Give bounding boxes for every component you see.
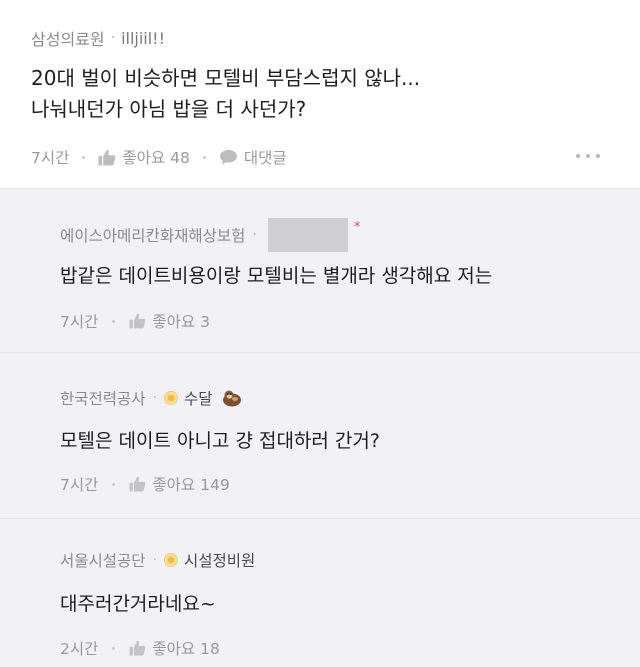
otter-emoji-icon bbox=[221, 389, 243, 407]
comment-meta-row: 7시간 좋아요 149 bbox=[60, 472, 230, 496]
comment-company[interactable]: 한국전력공사 bbox=[60, 387, 146, 409]
comment-item: 에이스아메리칸화재해상보험 · * 밥같은 데이트비용이랑 모텔비는 별개라 생… bbox=[0, 188, 640, 352]
separator-dot bbox=[112, 646, 116, 650]
thumbs-up-icon bbox=[98, 149, 116, 166]
speech-bubble-icon bbox=[219, 149, 238, 166]
post-time: 7시간 bbox=[31, 149, 70, 167]
like-button[interactable]: 좋아요 3 bbox=[129, 310, 210, 332]
post-company[interactable]: 삼성의료원 bbox=[31, 26, 105, 50]
like-count: 좋아요 3 bbox=[152, 313, 210, 331]
comment-author-line: 한국전력공사 · 수달 bbox=[60, 385, 243, 411]
like-count: 좋아요 18 bbox=[152, 640, 220, 658]
more-options-button[interactable] bbox=[576, 150, 600, 162]
post-body-line: 나눠내던가 아님 밥을 더 사던가? bbox=[31, 97, 307, 121]
comment-item: 서울시설공단 · 시설정비원 대주러간거라네요~ 2시간 좋아요 18 bbox=[0, 518, 640, 667]
reply-label: 대댓글 bbox=[243, 149, 287, 167]
separator-dot: · bbox=[110, 30, 116, 46]
comment-company[interactable]: 에이스아메리칸화재해상보험 bbox=[60, 224, 245, 246]
post-meta-row: 7시간 좋아요 48 대댓글 bbox=[31, 144, 287, 170]
separator-dot: · bbox=[152, 390, 158, 406]
like-count: 좋아요 149 bbox=[152, 476, 230, 494]
comment-meta-row: 7시간 좋아요 3 bbox=[60, 309, 210, 333]
comment-item: 한국전력공사 · 수달 모텔은 데이트 아니고 걍 접대하러 간거? 7시간 좋… bbox=[0, 352, 640, 518]
separator-dot bbox=[202, 155, 206, 159]
author-star-icon: * bbox=[353, 219, 361, 235]
more-dots-icon bbox=[586, 154, 590, 158]
more-dots-icon bbox=[596, 154, 600, 158]
thumbs-up-icon bbox=[129, 476, 146, 492]
separator-dot bbox=[112, 482, 116, 486]
comment-text: 밥같은 데이트비용이랑 모텔비는 별개라 생각해요 저는 bbox=[60, 265, 493, 287]
like-count: 좋아요 48 bbox=[122, 149, 190, 167]
separator-dot: · bbox=[152, 552, 158, 568]
badge-icon bbox=[164, 553, 179, 567]
separator-dot: · bbox=[252, 227, 257, 243]
comment-author-line: 서울시설공단 · 시설정비원 bbox=[60, 547, 255, 573]
post-author-line: 삼성의료원 · illjiil!! bbox=[31, 26, 165, 50]
separator-dot bbox=[112, 319, 116, 323]
comment-time: 2시간 bbox=[60, 640, 99, 658]
post-body: 20대 벌이 비슷하면 모텔비 부담스럽지 않나... 나눠내던가 아님 밥을 … bbox=[31, 63, 621, 125]
comment-nickname[interactable]: 수달 bbox=[184, 387, 213, 409]
redacted-nickname bbox=[267, 218, 348, 252]
comment-company[interactable]: 서울시설공단 bbox=[60, 549, 146, 571]
badge-icon bbox=[164, 391, 179, 405]
post-nickname[interactable]: illjiil!! bbox=[121, 29, 165, 48]
comment-text: 대주러간거라네요~ bbox=[60, 593, 216, 615]
thumbs-up-icon bbox=[129, 313, 146, 329]
comment-author-line: 에이스아메리칸화재해상보험 · * bbox=[60, 218, 361, 252]
like-button[interactable]: 좋아요 18 bbox=[129, 637, 220, 659]
comment-time: 7시간 bbox=[60, 476, 99, 494]
like-button[interactable]: 좋아요 149 bbox=[129, 473, 230, 495]
like-button[interactable]: 좋아요 48 bbox=[98, 146, 190, 168]
separator-dot bbox=[82, 155, 86, 159]
reply-button[interactable]: 대댓글 bbox=[219, 146, 287, 168]
post-card: 삼성의료원 · illjiil!! 20대 벌이 비슷하면 모텔비 부담스럽지 … bbox=[0, 0, 640, 188]
more-dots-icon bbox=[576, 154, 580, 158]
comment-time: 7시간 bbox=[60, 313, 99, 331]
post-body-line: 20대 벌이 비슷하면 모텔비 부담스럽지 않나... bbox=[31, 66, 421, 90]
comment-text: 모텔은 데이트 아니고 걍 접대하러 간거? bbox=[60, 430, 380, 452]
comment-meta-row: 2시간 좋아요 18 bbox=[60, 636, 220, 660]
comment-nickname[interactable]: 시설정비원 bbox=[184, 549, 255, 571]
thumbs-up-icon bbox=[129, 640, 146, 656]
